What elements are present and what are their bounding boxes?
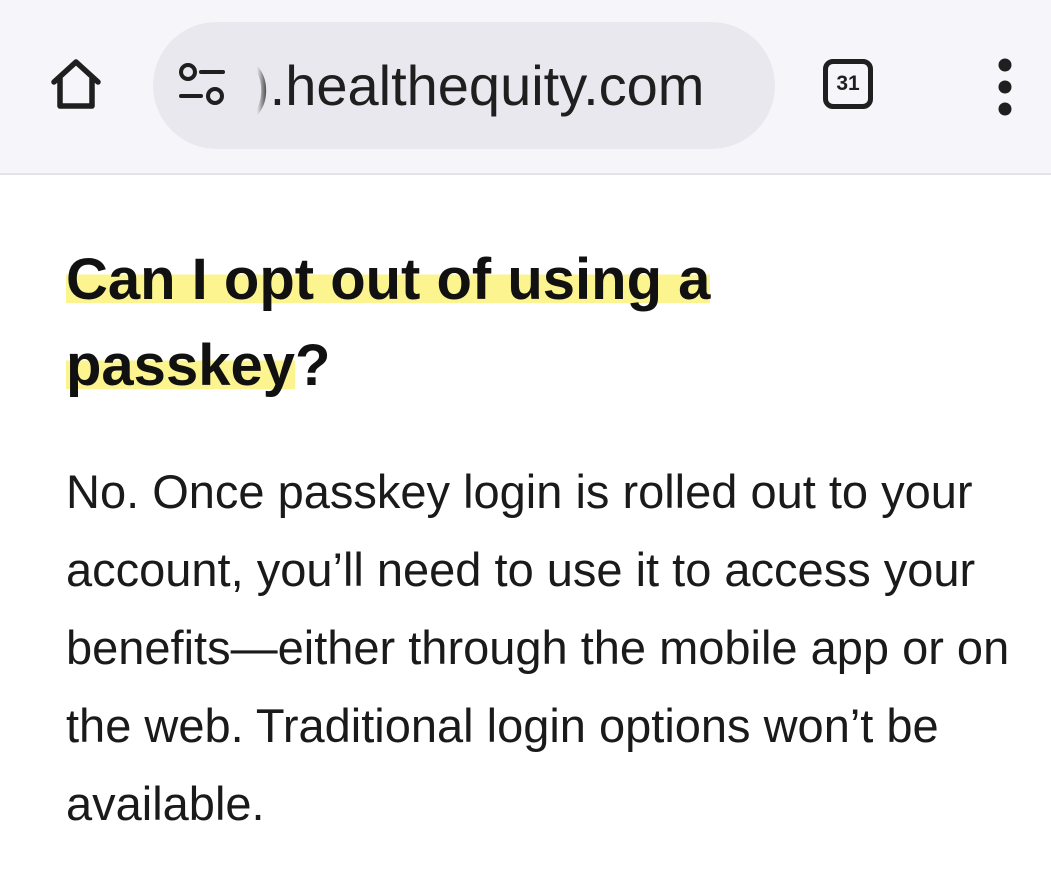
browser-toolbar: ).healthequity.com 31 xyxy=(0,0,1051,175)
highlighted-question-text: Can I opt out of using a passkey xyxy=(66,247,711,398)
tune-icon[interactable] xyxy=(175,60,235,110)
tab-switcher-button[interactable]: 31 xyxy=(823,59,873,109)
answer-text: . Once passkey login is rolled out to yo… xyxy=(66,465,1010,830)
url-text[interactable]: ).healthequity.com xyxy=(251,56,704,116)
tab-count-label: 31 xyxy=(836,72,860,95)
question-mark: ? xyxy=(294,333,331,398)
address-bar[interactable]: ).healthequity.com xyxy=(153,22,775,149)
url-fade xyxy=(249,42,269,132)
home-button[interactable] xyxy=(40,50,112,122)
more-vert-icon xyxy=(985,58,1025,123)
faq-answer: No. Once passkey login is rolled out to … xyxy=(66,453,1026,843)
answer-first-word: No xyxy=(66,465,127,518)
more-menu-button[interactable] xyxy=(985,55,1025,119)
faq-question: Can I opt out of using a passkey? xyxy=(66,237,786,409)
page-content: Can I opt out of using a passkey? No. On… xyxy=(0,177,1051,884)
home-icon xyxy=(46,54,106,119)
